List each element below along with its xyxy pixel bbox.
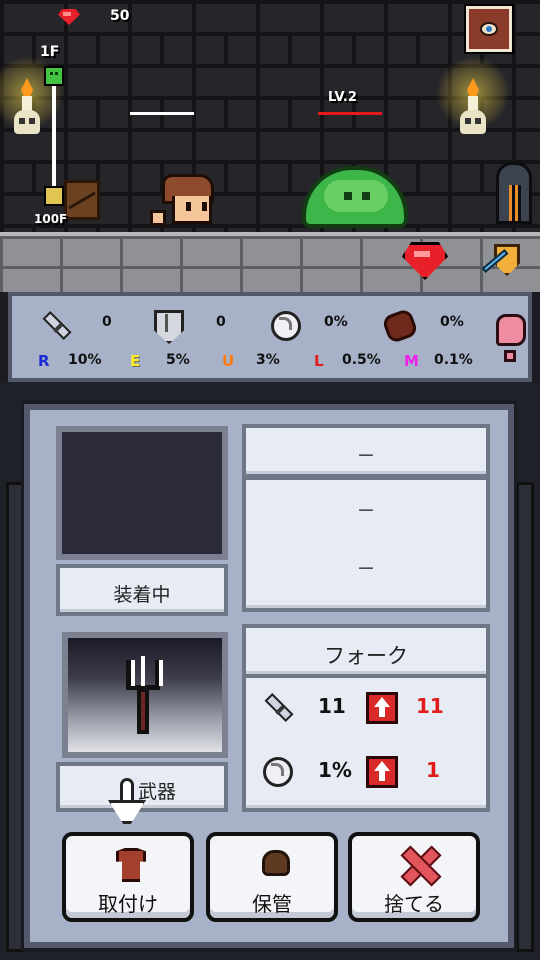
dungeon-gate [496, 162, 532, 224]
book-icon [480, 22, 498, 36]
goal-floor-marker-icon [44, 186, 64, 206]
equipped-stat-line-2: － [356, 558, 376, 580]
equip-button-label: 取付け [98, 892, 158, 916]
hero-character [150, 174, 220, 230]
food-icon [382, 308, 412, 338]
help-icon [496, 314, 526, 346]
sword-icon [260, 690, 292, 722]
item-critical-diff: 1 [426, 758, 440, 782]
rarity-value-r: 10% [68, 352, 102, 368]
stone-floor [0, 232, 540, 292]
attack-value: 0 [102, 314, 112, 330]
x-icon [400, 846, 436, 882]
food-value: 0% [440, 314, 464, 330]
item-stats-box: 11 11 1% 1 [242, 674, 490, 812]
rarity-value-u: 3% [256, 352, 280, 368]
stat-bar: 0 0 0% 0% R 10% E 5% U 3% L 0.5% M 0.1% [8, 292, 532, 382]
help-button[interactable] [496, 314, 526, 362]
equipped-status-box: 装着中 [56, 564, 228, 616]
item-critical-value: 1% [318, 758, 352, 782]
rarity-letter-e: E [130, 352, 141, 370]
item-attack-diff: 11 [416, 694, 444, 718]
pointer-hand-icon [108, 776, 148, 828]
player-floor-marker-icon [44, 66, 64, 86]
item-name-box: フォーク [242, 624, 490, 678]
equipped-item-slot[interactable] [56, 426, 228, 560]
store-button-label: 保管 [252, 892, 292, 916]
bag-icon [262, 850, 290, 876]
critical-value: 0% [324, 314, 348, 330]
armor-icon [116, 848, 146, 882]
item-name: フォーク [324, 644, 408, 668]
up-arrow-icon [366, 692, 398, 724]
enemy-level: LV.2 [328, 90, 357, 105]
rarity-letter-l: L [314, 352, 324, 370]
rarity-letter-r: R [38, 352, 50, 370]
candle-right [436, 56, 510, 144]
book-button[interactable] [464, 4, 514, 54]
crate [64, 180, 100, 220]
equipped-stat-line-1: － [356, 500, 376, 522]
rarity-value-e: 5% [166, 352, 190, 368]
up-arrow-icon [366, 756, 398, 788]
enemy-hp-bar [318, 112, 382, 115]
equipped-name: － [356, 445, 376, 467]
equip-button[interactable]: 取付け [62, 832, 194, 922]
rarity-value-l: 0.5% [342, 352, 381, 368]
floor-progress-track [52, 72, 56, 190]
defense-value: 0 [216, 314, 226, 330]
equipped-stats-box: － － [242, 476, 490, 612]
shield-icon [150, 308, 180, 338]
new-item-preview[interactable] [62, 632, 228, 758]
discard-button[interactable]: 捨てる [348, 832, 480, 922]
critical-icon [260, 754, 293, 787]
gem-count: 50 [110, 8, 130, 24]
rarity-letter-m: M [404, 352, 419, 370]
item-detail-panel: 装着中 武器 － － － フォーク 11 11 1% 1 取付け 保管 捨てる [21, 401, 517, 951]
equipment-icon[interactable] [476, 240, 524, 282]
item-attack-value: 11 [318, 694, 346, 718]
rarity-letter-u: U [222, 352, 235, 370]
floor-target-label: 100F [34, 212, 68, 226]
discard-button-label: 捨てる [384, 892, 444, 916]
equipped-status-label: 装着中 [113, 584, 171, 606]
floor-current-label: 1F [40, 44, 60, 60]
player-hp-bar [130, 112, 194, 115]
store-button[interactable]: 保管 [206, 832, 338, 922]
rarity-value-m: 0.1% [434, 352, 473, 368]
candle-left [0, 56, 64, 144]
fork-item-icon [126, 656, 163, 690]
critical-icon [268, 308, 301, 341]
sword-icon [38, 308, 68, 338]
equipped-name-box: － [242, 424, 490, 478]
